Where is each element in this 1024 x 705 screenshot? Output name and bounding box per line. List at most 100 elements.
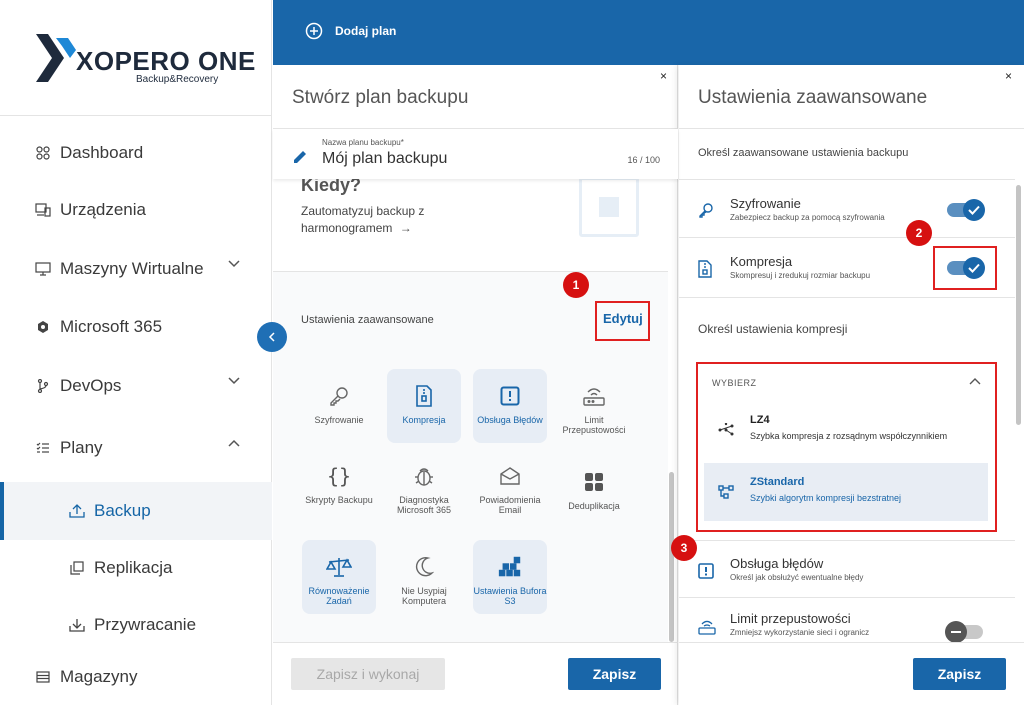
option-encryption: Szyfrowanie Zabezpiecz backup za pomocą … bbox=[679, 181, 1015, 239]
sidebar-item-replication[interactable]: Replikacja bbox=[0, 539, 272, 597]
tile-s3-buffer[interactable]: Ustawienia Bufora S3 bbox=[473, 540, 547, 614]
char-counter: 16 / 100 bbox=[627, 155, 660, 165]
minus-icon bbox=[945, 621, 967, 643]
sidebar-item-microsoft-365[interactable]: Microsoft 365 bbox=[0, 298, 272, 356]
sidebar-item-label: Dashboard bbox=[60, 143, 144, 162]
sidebar-item-label: DevOps bbox=[60, 376, 122, 395]
sidebar-item-label: Maszyny Wirtualne bbox=[60, 259, 204, 278]
sidebar-item-label: Replikacja bbox=[94, 558, 173, 577]
tile-label: Kompresja bbox=[402, 415, 446, 425]
braces-icon: {} bbox=[326, 464, 352, 488]
divider bbox=[679, 237, 1015, 238]
sidebar-item-virtual-machines[interactable]: Maszyny Wirtualne bbox=[0, 240, 272, 298]
sidebar: XOPERO ONE Backup&Recovery Dashboard Urz… bbox=[0, 0, 272, 705]
key-icon bbox=[326, 383, 352, 409]
chevron-down-icon bbox=[228, 260, 240, 268]
tile-bandwidth-limit[interactable]: Limit Przepustowości bbox=[557, 369, 631, 443]
tile-label: Deduplikacja bbox=[568, 501, 620, 511]
plan-name-field[interactable]: Nazwa planu backupu* Mój plan backupu 16… bbox=[273, 129, 678, 179]
option-desc: Zabezpiecz backup za pomocą szyfrowania bbox=[730, 213, 885, 222]
advanced-settings-panel: Ustawienia zaawansowane × Określ zaawans… bbox=[671, 65, 1024, 705]
add-plan-button[interactable]: Dodaj plan bbox=[305, 22, 396, 40]
sidebar-item-plans[interactable]: Plany bbox=[0, 419, 272, 477]
divider bbox=[679, 642, 1024, 643]
tile-task-balancing[interactable]: Równoważenie Zadań bbox=[302, 540, 376, 614]
compression-settings-title: Określ ustawienia kompresji bbox=[698, 322, 848, 336]
sidebar-divider bbox=[0, 115, 272, 116]
sidebar-item-label: Microsoft 365 bbox=[60, 317, 163, 336]
panel-subtitle: Określ zaawansowane ustawienia backupu bbox=[698, 147, 909, 159]
tile-label: Skrypty Backupu bbox=[305, 495, 373, 505]
restore-icon bbox=[68, 616, 86, 634]
create-plan-panel: Stwórz plan backupu × Kiedy? Nazwa planu… bbox=[273, 65, 678, 705]
sidebar-item-devops[interactable]: DevOps bbox=[0, 357, 272, 415]
topbar: Dodaj plan bbox=[273, 0, 1024, 65]
save-and-run-button[interactable]: Zapisz i wykonaj bbox=[291, 658, 445, 690]
chevron-left-icon bbox=[268, 332, 275, 342]
divider bbox=[273, 642, 678, 643]
brand-tagline: Backup&Recovery bbox=[136, 74, 219, 85]
option-bandwidth-limit: Limit przepustowości Zmniejsz wykorzysta… bbox=[679, 599, 1015, 643]
tile-email-notifications[interactable]: Powiadomienia Email bbox=[473, 449, 547, 523]
scrollbar[interactable] bbox=[1016, 185, 1021, 425]
option-desc: Skompresuj i zredukuj rozmiar backupu bbox=[730, 271, 871, 280]
devices-icon bbox=[34, 201, 52, 219]
collapse-sidebar-button[interactable] bbox=[257, 322, 287, 352]
sidebar-item-storage[interactable]: Magazyny bbox=[0, 648, 272, 705]
sidebar-item-devices[interactable]: Urządzenia bbox=[0, 181, 272, 239]
advanced-settings-title: Ustawienia zaawansowane bbox=[301, 314, 434, 326]
sidebar-item-label: Przywracanie bbox=[94, 615, 197, 634]
save-button[interactable]: Zapisz bbox=[568, 658, 661, 690]
encryption-toggle[interactable] bbox=[947, 199, 985, 221]
sidebar-item-label: Plany bbox=[60, 438, 103, 457]
sidebar-item-backup[interactable]: Backup bbox=[0, 482, 272, 540]
bandwidth-limit-toggle[interactable] bbox=[945, 621, 983, 643]
pencil-icon bbox=[294, 151, 306, 163]
alert-square-icon bbox=[497, 383, 523, 409]
brand-name: XOPERO ONE bbox=[76, 46, 256, 76]
save-button[interactable]: Zapisz bbox=[913, 658, 1006, 690]
cubes-icon bbox=[497, 554, 523, 580]
tile-error-handling[interactable]: Obsługa Błędów bbox=[473, 369, 547, 443]
annotation-badge: 1 bbox=[563, 272, 589, 298]
divider bbox=[679, 297, 1015, 298]
divider bbox=[679, 128, 1024, 129]
check-icon bbox=[963, 199, 985, 221]
tile-backup-scripts[interactable]: {} Skrypty Backupu bbox=[302, 449, 376, 523]
compress-file-icon bbox=[411, 383, 437, 409]
branch-icon bbox=[34, 377, 52, 395]
option-error-handling[interactable]: Obsługa błędów Określ jak obsłużyć ewent… bbox=[679, 541, 1015, 599]
scale-icon bbox=[326, 554, 352, 580]
plan-name-value[interactable]: Mój plan backupu bbox=[322, 150, 447, 168]
plan-name-label: Nazwa planu backupu* bbox=[322, 138, 404, 147]
sidebar-item-dashboard[interactable]: Dashboard bbox=[0, 124, 272, 182]
close-icon[interactable]: × bbox=[1005, 69, 1012, 83]
scrollbar[interactable] bbox=[669, 472, 674, 642]
annotation-highlight bbox=[595, 301, 650, 341]
divider bbox=[679, 597, 1015, 598]
schedule-illustration bbox=[579, 177, 639, 237]
tile-encryption[interactable]: Szyfrowanie bbox=[302, 369, 376, 443]
tile-compression[interactable]: Kompresja bbox=[387, 369, 461, 443]
plus-circle-icon bbox=[305, 22, 323, 40]
close-icon[interactable]: × bbox=[660, 69, 667, 83]
key-icon bbox=[699, 203, 713, 218]
automate-schedule-link[interactable]: Zautomatyzuj backup z harmonogramem → bbox=[301, 203, 461, 237]
tile-label: Szyfrowanie bbox=[314, 415, 364, 425]
annotation-badge: 2 bbox=[906, 220, 932, 246]
tile-m365-diagnostics[interactable]: Diagnostyka Microsoft 365 bbox=[387, 449, 461, 523]
tile-prevent-sleep[interactable]: Nie Usypiaj Komputera bbox=[387, 540, 461, 614]
bug-icon bbox=[411, 463, 437, 489]
storage-icon bbox=[34, 668, 52, 686]
tile-label: Obsługa Błędów bbox=[477, 415, 543, 425]
tile-label: Równoważenie Zadań bbox=[308, 586, 370, 606]
router-icon bbox=[581, 383, 607, 409]
chevron-down-icon bbox=[228, 377, 240, 385]
tile-deduplication[interactable]: Deduplikacja bbox=[557, 449, 631, 523]
sidebar-item-restore[interactable]: Przywracanie bbox=[0, 596, 272, 654]
logo-mark-icon bbox=[36, 34, 76, 82]
annotation-highlight bbox=[696, 362, 997, 532]
option-title: Limit przepustowości bbox=[730, 611, 851, 626]
brand-logo[interactable]: XOPERO ONE Backup&Recovery bbox=[36, 34, 255, 85]
panel-title: Ustawienia zaawansowane bbox=[698, 87, 928, 108]
